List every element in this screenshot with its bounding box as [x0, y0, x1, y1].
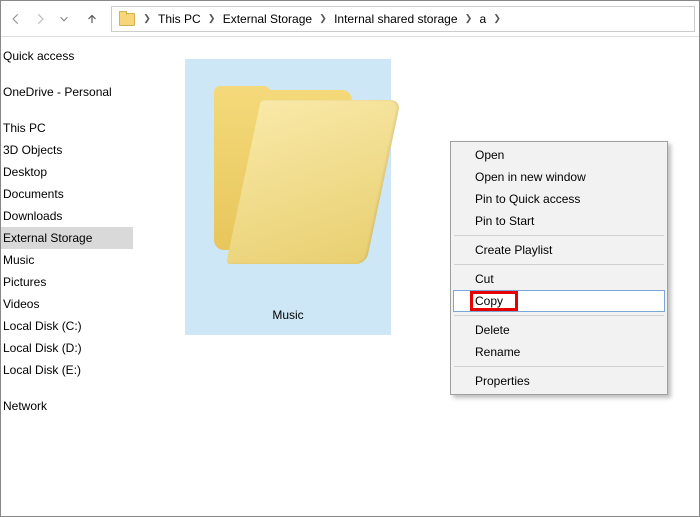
menu-item-label: Open in new window	[475, 170, 586, 184]
sidebar-item-quick-access[interactable]: Quick access	[1, 45, 133, 67]
menu-item-label: Pin to Quick access	[475, 192, 580, 206]
breadcrumb-item[interactable]: a ❯	[476, 7, 505, 31]
folder-icon	[208, 90, 368, 280]
sidebar-item-local-disk-e[interactable]: Local Disk (E:)	[1, 359, 133, 381]
folder-item-label: Music	[272, 304, 303, 328]
menu-item-label: Open	[475, 148, 504, 162]
chevron-right-icon[interactable]: ❯	[316, 13, 330, 24]
sidebar-item-3d-objects[interactable]: 3D Objects	[1, 139, 133, 161]
sidebar-item-local-disk-d[interactable]: Local Disk (D:)	[1, 337, 133, 359]
menu-item-pin-start[interactable]: Pin to Start	[453, 210, 665, 232]
menu-item-label: Cut	[475, 272, 494, 286]
menu-item-copy[interactable]: Copy	[453, 290, 665, 312]
menu-item-label: Pin to Start	[475, 214, 534, 228]
menu-separator	[454, 235, 664, 236]
menu-item-label: Copy	[475, 294, 503, 308]
breadcrumb-item[interactable]: This PC ❯	[154, 7, 219, 31]
sidebar-item-label: Local Disk (C:)	[3, 319, 82, 333]
chevron-right-icon[interactable]: ❯	[205, 13, 219, 24]
breadcrumb-item[interactable]: ❯	[140, 7, 154, 31]
folder-item[interactable]: Music	[185, 59, 391, 335]
menu-item-cut[interactable]: Cut	[453, 268, 665, 290]
sidebar-item-this-pc[interactable]: This PC	[1, 117, 133, 139]
sidebar-item-videos[interactable]: Videos	[1, 293, 133, 315]
menu-item-delete[interactable]: Delete	[453, 319, 665, 341]
sidebar-item-label: Network	[3, 399, 47, 413]
sidebar-item-label: This PC	[3, 121, 46, 135]
sidebar-item-label: Downloads	[3, 209, 62, 223]
breadcrumb[interactable]: ❯ This PC ❯ External Storage ❯ Internal …	[111, 6, 695, 32]
menu-item-label: Rename	[475, 345, 520, 359]
recent-dropdown[interactable]	[53, 8, 75, 30]
menu-item-create-playlist[interactable]: Create Playlist	[453, 239, 665, 261]
chevron-right-icon[interactable]: ❯	[140, 13, 154, 24]
menu-separator	[454, 264, 664, 265]
back-button[interactable]	[5, 8, 27, 30]
chevron-right-icon[interactable]: ❯	[462, 13, 476, 24]
up-button[interactable]	[81, 8, 103, 30]
folder-icon	[118, 10, 136, 28]
menu-item-open[interactable]: Open	[453, 144, 665, 166]
sidebar-item-label: OneDrive - Personal	[3, 85, 112, 99]
sidebar-item-label: Local Disk (E:)	[3, 363, 81, 377]
breadcrumb-label: This PC	[154, 12, 205, 26]
chevron-right-icon[interactable]: ❯	[490, 13, 504, 24]
menu-item-properties[interactable]: Properties	[453, 370, 665, 392]
sidebar-item-label: External Storage	[3, 231, 92, 245]
address-bar: ❯ This PC ❯ External Storage ❯ Internal …	[1, 1, 699, 37]
sidebar-item-network[interactable]: Network	[1, 395, 133, 417]
sidebar-item-downloads[interactable]: Downloads	[1, 205, 133, 227]
sidebar-item-desktop[interactable]: Desktop	[1, 161, 133, 183]
breadcrumb-label: Internal shared storage	[330, 12, 461, 26]
breadcrumb-label: External Storage	[219, 12, 316, 26]
sidebar-item-external-storage[interactable]: External Storage	[1, 227, 133, 249]
breadcrumb-label: a	[476, 12, 491, 26]
sidebar-item-local-disk-c[interactable]: Local Disk (C:)	[1, 315, 133, 337]
sidebar-item-documents[interactable]: Documents	[1, 183, 133, 205]
sidebar-item-label: 3D Objects	[3, 143, 62, 157]
sidebar-item-label: Music	[3, 253, 34, 267]
menu-item-label: Properties	[475, 374, 530, 388]
menu-item-open-new-window[interactable]: Open in new window	[453, 166, 665, 188]
sidebar-item-label: Videos	[3, 297, 39, 311]
menu-item-label: Delete	[475, 323, 510, 337]
menu-separator	[454, 366, 664, 367]
navigation-pane: Quick access OneDrive - Personal This PC…	[1, 37, 133, 516]
menu-item-rename[interactable]: Rename	[453, 341, 665, 363]
breadcrumb-item[interactable]: Internal shared storage ❯	[330, 7, 475, 31]
menu-item-label: Create Playlist	[475, 243, 552, 257]
sidebar-item-onedrive[interactable]: OneDrive - Personal	[1, 81, 133, 103]
menu-separator	[454, 315, 664, 316]
forward-button[interactable]	[29, 8, 51, 30]
sidebar-item-music[interactable]: Music	[1, 249, 133, 271]
sidebar-item-label: Local Disk (D:)	[3, 341, 82, 355]
sidebar-item-label: Pictures	[3, 275, 46, 289]
context-menu: Open Open in new window Pin to Quick acc…	[450, 141, 668, 395]
sidebar-item-label: Desktop	[3, 165, 47, 179]
sidebar-item-label: Documents	[3, 187, 64, 201]
menu-item-pin-quick-access[interactable]: Pin to Quick access	[453, 188, 665, 210]
sidebar-item-pictures[interactable]: Pictures	[1, 271, 133, 293]
breadcrumb-item[interactable]: External Storage ❯	[219, 7, 330, 31]
sidebar-item-label: Quick access	[3, 49, 74, 63]
